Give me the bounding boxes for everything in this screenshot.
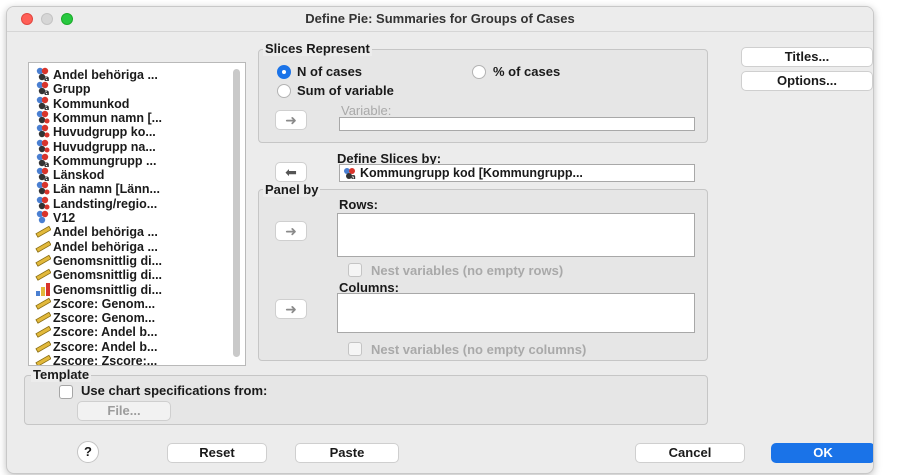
sum-of-variable-radio[interactable]: [277, 84, 291, 98]
variable-label: Huvudgrupp ko...: [53, 125, 156, 140]
move-to-rows-button[interactable]: ➜: [275, 221, 307, 241]
variable-label: Genomsnittlig di...: [53, 268, 163, 283]
dialog-window: Define Pie: Summaries for Groups of Case…: [6, 6, 874, 474]
nest-columns-label: Nest variables (no empty columns): [371, 342, 587, 357]
right-arrow-icon: ➜: [285, 301, 297, 317]
template-label: Template: [31, 367, 92, 382]
right-arrow-icon: ➜: [285, 223, 297, 239]
variable-label: Länskod: [53, 168, 105, 183]
use-chart-spec-checkbox[interactable]: [59, 385, 73, 399]
variable-label: Kommungrupp ...: [53, 153, 157, 168]
percent-of-cases-label: % of cases: [493, 64, 561, 79]
title-bar: Define Pie: Summaries for Groups of Case…: [7, 7, 873, 32]
nominal-string-icon: a: [35, 96, 51, 112]
file-button[interactable]: File...: [77, 401, 171, 421]
move-to-variable-button[interactable]: ➜: [275, 110, 307, 130]
variable-list[interactable]: a Andel behöriga ... a Grupp a Kommunkod Kommu…: [28, 62, 246, 366]
nominal-icon: [35, 196, 51, 210]
svg-text:a: a: [44, 103, 49, 110]
variable-label: Andel behöriga ...: [53, 239, 158, 254]
n-of-cases-label: N of cases: [297, 64, 363, 79]
sum-of-variable-label: Sum of variable: [297, 83, 394, 98]
variable-label: Zscore: Genom...: [53, 296, 156, 311]
n-of-cases-radio[interactable]: [277, 65, 291, 79]
variable-label: V12: [53, 211, 76, 225]
nominal-string-icon: a: [343, 167, 357, 181]
reset-button[interactable]: Reset: [167, 443, 267, 463]
move-from-define-slices-button[interactable]: ⬅: [275, 162, 307, 182]
move-to-columns-button[interactable]: ➜: [275, 299, 307, 319]
variable-label: Kommunkod: [53, 96, 130, 111]
nominal-string-icon: a: [35, 153, 51, 169]
scale-ruler-icon: [35, 339, 52, 353]
nominal-string-icon: a: [35, 67, 51, 83]
nest-columns-checkbox[interactable]: [348, 342, 362, 356]
paste-button[interactable]: Paste: [295, 443, 399, 463]
use-chart-spec-label: Use chart specifications from:: [81, 383, 268, 398]
left-arrow-icon: ⬅: [285, 164, 297, 180]
options-button[interactable]: Options...: [741, 71, 873, 91]
nominal-blue-icon: [35, 210, 51, 224]
variable-label: Landsting/regio...: [53, 196, 158, 211]
scale-ruler-icon: [35, 296, 52, 310]
nest-rows-checkbox[interactable]: [348, 263, 362, 277]
slices-represent-label: Slices Represent: [263, 41, 372, 56]
variable-label: Andel behöriga ...: [53, 225, 158, 240]
variable-label: Genomsnittlig di...: [53, 253, 163, 268]
variable-label: Grupp: [53, 82, 91, 97]
variable-label: Andel behöriga ...: [53, 68, 158, 82]
ordinal-bars-icon: [35, 282, 51, 296]
variable-label: Kommun namn [...: [53, 110, 163, 125]
variable-label: Variable:: [341, 103, 392, 118]
nominal-icon: [35, 124, 51, 138]
scale-ruler-icon: [35, 239, 52, 253]
variable-list-item[interactable]: Zscore: Zscore:...: [35, 353, 158, 366]
nominal-icon: [35, 139, 51, 153]
nominal-string-icon: a: [35, 81, 51, 97]
rows-label: Rows:: [339, 197, 378, 212]
scale-ruler-icon: [35, 310, 52, 324]
define-slices-field[interactable]: a Kommungrupp kod [Kommungrupp...: [339, 164, 695, 182]
nominal-string-icon: a: [35, 167, 51, 183]
scale-ruler-icon: [35, 324, 52, 339]
svg-text:a: a: [351, 173, 356, 179]
svg-text:a: a: [44, 160, 49, 167]
variable-field[interactable]: [339, 117, 695, 131]
panel-by-label: Panel by: [263, 182, 321, 197]
variable-label: Huvudgrupp na...: [53, 139, 156, 154]
titles-button[interactable]: Titles...: [741, 47, 873, 67]
columns-field[interactable]: [337, 293, 695, 333]
nest-rows-label: Nest variables (no empty rows): [371, 263, 564, 278]
variable-label: Zscore: Andel b...: [53, 325, 158, 340]
nominal-icon: [35, 181, 51, 195]
scale-ruler-icon: [35, 353, 52, 365]
variable-label: Län namn [Länn...: [53, 182, 160, 197]
scale-ruler-icon: [35, 253, 52, 267]
scale-ruler-icon: [35, 267, 52, 281]
cancel-button[interactable]: Cancel: [635, 443, 745, 463]
variable-label: Zscore: Zscore:...: [53, 354, 158, 366]
svg-text:a: a: [44, 88, 49, 95]
help-button[interactable]: ?: [77, 441, 99, 463]
percent-of-cases-radio[interactable]: [472, 65, 486, 79]
define-slices-value: Kommungrupp kod [Kommungrupp...: [360, 166, 583, 180]
window-title: Define Pie: Summaries for Groups of Case…: [305, 11, 575, 26]
variable-label: Zscore: Andel b...: [53, 339, 158, 354]
variable-label: Zscore: Genom...: [53, 311, 156, 326]
variable-list-scrollbar[interactable]: [233, 69, 240, 357]
variable-label: Genomsnittlig di...: [53, 282, 163, 297]
nominal-icon: [35, 110, 51, 124]
rows-field[interactable]: [337, 213, 695, 257]
svg-text:a: a: [44, 174, 49, 181]
ok-button[interactable]: OK: [771, 443, 873, 463]
scale-ruler-icon: [35, 224, 52, 239]
right-arrow-icon: ➜: [285, 112, 297, 128]
svg-text:a: a: [44, 74, 49, 81]
